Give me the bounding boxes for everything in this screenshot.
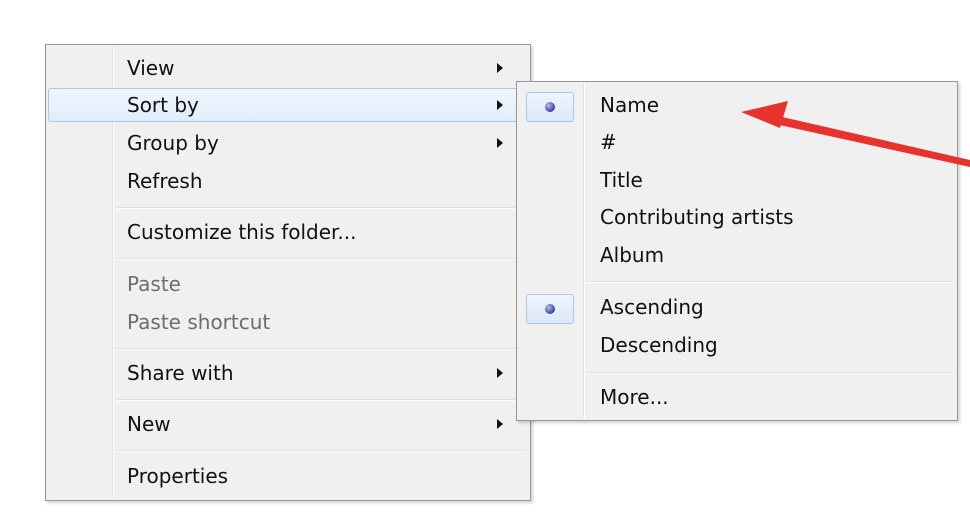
menu-item-label: Group by [127,131,219,155]
menu-item-label: Refresh [127,169,203,193]
chevron-right-icon [497,100,503,110]
sort-option-number[interactable]: # [519,125,955,159]
menu-item-group-by[interactable]: Group by [48,126,528,160]
menu-item-customize-folder[interactable]: Customize this folder... [48,215,528,249]
radio-dot-icon [545,102,555,112]
menu-item-label: # [600,130,617,154]
menu-item-label: Title [600,168,643,192]
menu-item-label: Properties [127,464,229,488]
menu-item-label: Paste shortcut [127,310,271,334]
menu-item-view[interactable]: View [48,51,528,85]
menu-item-paste-shortcut[interactable]: Paste shortcut [48,305,528,339]
menu-item-properties[interactable]: Properties [48,459,528,493]
sort-option-contributing-artists[interactable]: Contributing artists [519,200,955,234]
menu-item-label: New [127,412,171,436]
menu-item-label: Album [600,243,665,267]
menu-separator [116,258,526,260]
chevron-right-icon [497,63,503,73]
sort-by-submenu: Name # Title Contributing artists Album … [516,81,958,421]
menu-item-label: Paste [127,272,181,296]
radio-check-box [526,92,574,122]
chevron-right-icon [497,368,503,378]
radio-check-box [526,294,574,324]
context-menu: View Sort by Group by Refresh Customize … [45,44,531,501]
desktop-area: View Sort by Group by Refresh Customize … [0,0,970,523]
menu-item-label: Customize this folder... [127,220,357,244]
menu-separator [116,399,526,401]
menu-separator [116,450,526,452]
menu-item-label: Sort by [127,93,199,117]
chevron-right-icon [497,419,503,429]
chevron-right-icon [497,138,503,148]
menu-separator [116,207,526,209]
menu-item-label: Ascending [600,295,704,319]
menu-item-share-with[interactable]: Share with [48,356,528,390]
sort-option-album[interactable]: Album [519,238,955,272]
menu-item-paste[interactable]: Paste [48,267,528,301]
menu-item-label: More... [600,385,669,409]
menu-item-label: Descending [600,333,718,357]
radio-dot-icon [545,304,555,314]
menu-item-label: Contributing artists [600,205,794,229]
sort-option-more[interactable]: More... [519,380,955,414]
sort-option-ascending[interactable]: Ascending [519,290,955,324]
menu-separator [587,281,953,283]
menu-item-new[interactable]: New [48,407,528,441]
sort-option-descending[interactable]: Descending [519,328,955,362]
menu-item-label: Name [600,93,660,117]
menu-separator [116,348,526,350]
menu-item-sort-by[interactable]: Sort by [48,88,528,122]
menu-item-refresh[interactable]: Refresh [48,164,528,198]
menu-separator [587,372,953,374]
menu-item-label: View [127,56,175,80]
menu-item-label: Share with [127,361,234,385]
sort-option-name[interactable]: Name [519,88,955,122]
sort-option-title[interactable]: Title [519,163,955,197]
